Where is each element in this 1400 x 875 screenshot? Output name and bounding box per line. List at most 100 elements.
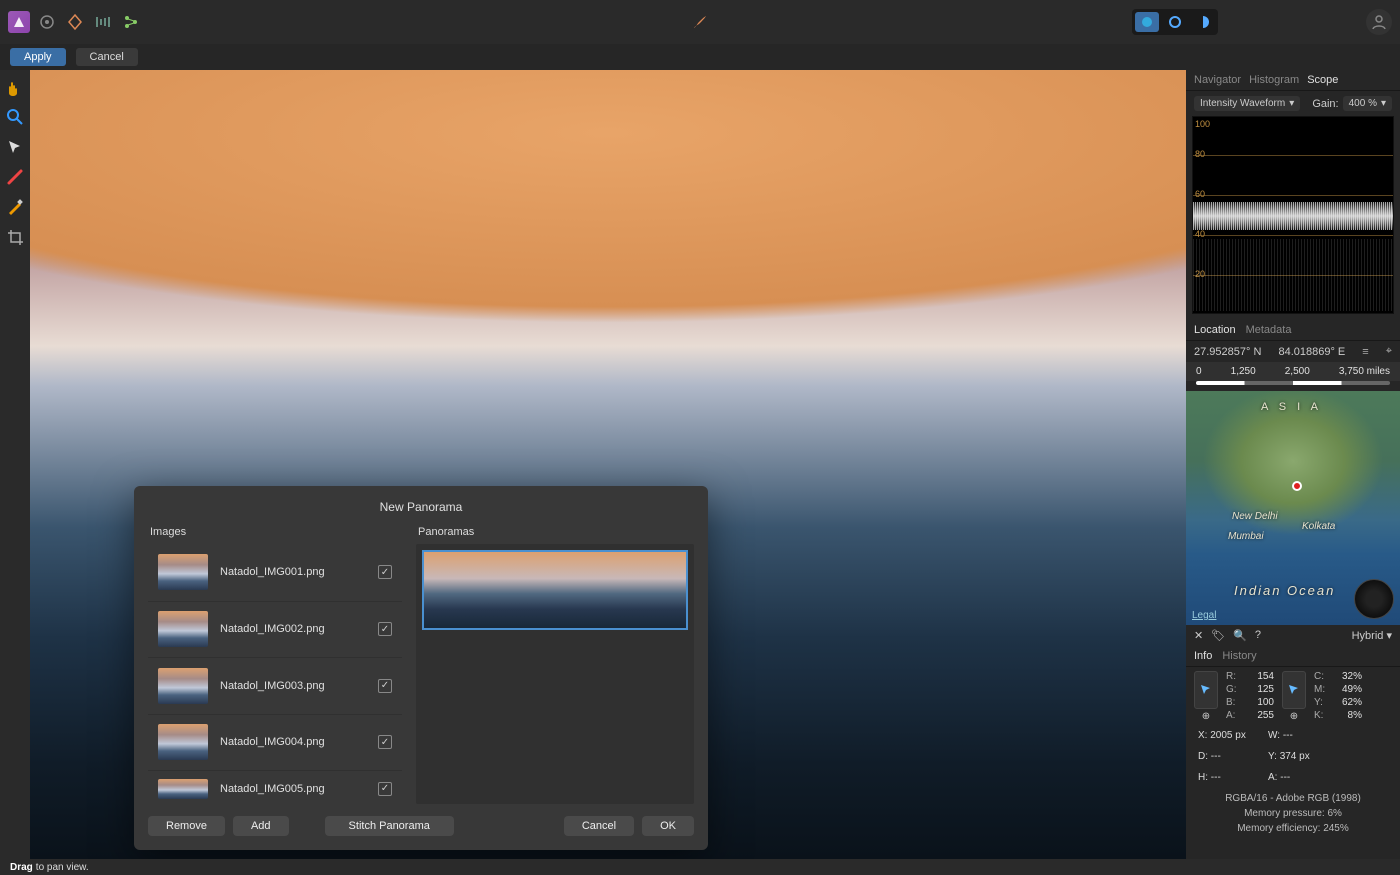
compass-icon[interactable] bbox=[1354, 579, 1394, 619]
studio-panel: Navigator Histogram Scope Intensity Wave… bbox=[1186, 70, 1400, 859]
image-row[interactable]: Natadol_IMG002.png ✓ bbox=[148, 601, 402, 658]
map-label: Indian Ocean bbox=[1234, 583, 1335, 598]
image-checkbox[interactable]: ✓ bbox=[378, 565, 392, 579]
app-toolbar bbox=[0, 0, 1400, 44]
target-icon[interactable]: ⊕ bbox=[1194, 711, 1218, 722]
gain-dropdown[interactable]: 400 %▾ bbox=[1343, 96, 1392, 111]
image-checkbox[interactable]: ✓ bbox=[378, 679, 392, 693]
move-tool[interactable] bbox=[4, 136, 26, 158]
blemish-tool[interactable] bbox=[4, 196, 26, 218]
list-icon[interactable]: ≡ bbox=[1362, 346, 1368, 358]
export-icon[interactable] bbox=[120, 11, 142, 33]
persona-develop[interactable] bbox=[1191, 12, 1215, 32]
y-value: 62% bbox=[1334, 697, 1362, 708]
dialog-cancel-button[interactable]: Cancel bbox=[564, 816, 634, 836]
c-value: 32% bbox=[1334, 671, 1362, 682]
tab-history[interactable]: History bbox=[1222, 650, 1256, 662]
g-value: 125 bbox=[1246, 684, 1274, 695]
map-label: Kolkata bbox=[1302, 521, 1335, 532]
m-value: 49% bbox=[1334, 684, 1362, 695]
waveform-tick: 100 bbox=[1195, 119, 1210, 129]
crop-tool[interactable] bbox=[4, 226, 26, 248]
main-area: New Panorama Images Natadol_IMG001.png✓ … bbox=[0, 70, 1400, 859]
location-map[interactable]: A S I A New Delhi Mumbai Kolkata Indian … bbox=[1186, 391, 1400, 625]
tab-navigator[interactable]: Navigator bbox=[1194, 74, 1241, 86]
image-name: Natadol_IMG004.png bbox=[220, 736, 366, 748]
map-scale: 0 1,250 2,500 3,750 miles bbox=[1186, 362, 1400, 381]
canvas-viewport[interactable]: New Panorama Images Natadol_IMG001.png✓ … bbox=[30, 70, 1186, 859]
apply-button[interactable]: Apply bbox=[10, 48, 66, 66]
map-label: Mumbai bbox=[1228, 531, 1264, 542]
image-checkbox[interactable]: ✓ bbox=[378, 735, 392, 749]
app-icon[interactable] bbox=[8, 11, 30, 33]
hand-tool[interactable] bbox=[4, 76, 26, 98]
image-row[interactable]: Natadol_IMG003.png✓ bbox=[148, 657, 402, 714]
sampler2-icon[interactable] bbox=[1282, 671, 1306, 709]
image-checkbox[interactable]: ✓ bbox=[378, 782, 392, 796]
position-readout: X: 2005 px W: --- D: --- Y: 374 px H: --… bbox=[1186, 726, 1400, 787]
new-panorama-dialog: New Panorama Images Natadol_IMG001.png✓ … bbox=[134, 486, 708, 850]
map-label: A S I A bbox=[1261, 401, 1322, 413]
develop-icon[interactable] bbox=[36, 11, 58, 33]
maptype-dropdown[interactable]: Hybrid ▾ bbox=[1352, 629, 1392, 642]
target2-icon[interactable]: ⊕ bbox=[1282, 711, 1306, 722]
map-label: New Delhi bbox=[1232, 511, 1278, 522]
locate-icon[interactable]: ⌖ bbox=[1386, 345, 1392, 358]
image-checkbox[interactable]: ✓ bbox=[378, 622, 392, 636]
remove-button[interactable]: Remove bbox=[148, 816, 225, 836]
redeye-tool[interactable] bbox=[4, 166, 26, 188]
image-name: Natadol_IMG002.png bbox=[220, 623, 366, 635]
sampler-icon[interactable] bbox=[1194, 671, 1218, 709]
image-thumb bbox=[158, 554, 208, 590]
search-icon[interactable]: 🔍 bbox=[1233, 629, 1247, 642]
add-button[interactable]: Add bbox=[233, 816, 289, 836]
panorama-preview-list[interactable] bbox=[416, 544, 694, 804]
tag-icon[interactable]: 🏷 bbox=[1211, 629, 1225, 642]
stitch-button[interactable]: Stitch Panorama bbox=[325, 816, 454, 836]
image-thumb bbox=[158, 668, 208, 704]
help-icon[interactable]: ? bbox=[1255, 629, 1261, 642]
image-row[interactable]: Natadol_IMG005.png ✓ bbox=[148, 770, 402, 806]
chevron-down-icon: ▾ bbox=[1289, 98, 1294, 109]
liquify-icon[interactable] bbox=[64, 11, 86, 33]
persona-photo[interactable] bbox=[1135, 12, 1159, 32]
k-value: 8% bbox=[1334, 710, 1362, 721]
image-row[interactable]: Natadol_IMG001.png ✓ bbox=[148, 544, 402, 601]
clear-location-icon[interactable]: ✕ bbox=[1194, 629, 1203, 642]
toolbar-left bbox=[8, 11, 142, 33]
map-legal-link[interactable]: Legal bbox=[1192, 610, 1216, 621]
tab-scope[interactable]: Scope bbox=[1307, 74, 1338, 86]
image-name: Natadol_IMG001.png bbox=[220, 566, 366, 578]
statusbar-hint: to pan view. bbox=[36, 862, 89, 873]
images-list[interactable]: Natadol_IMG001.png✓ Natadol_IMG002.png✓ … bbox=[148, 544, 402, 806]
r-value: 154 bbox=[1246, 671, 1274, 682]
tab-info[interactable]: Info bbox=[1194, 650, 1212, 662]
waveform-tick: 60 bbox=[1195, 189, 1205, 199]
panorama-preview[interactable] bbox=[422, 550, 688, 630]
zoom-tool[interactable] bbox=[4, 106, 26, 128]
tab-location[interactable]: Location bbox=[1194, 324, 1236, 336]
image-row[interactable]: Natadol_IMG004.png ✓ bbox=[148, 714, 402, 771]
chevron-down-icon: ▾ bbox=[1381, 98, 1386, 109]
persona-liquify[interactable] bbox=[1163, 12, 1187, 32]
chevron-down-icon: ▾ bbox=[1386, 630, 1392, 642]
persona-toggle-group bbox=[1132, 9, 1218, 35]
account-button[interactable] bbox=[1366, 9, 1392, 35]
tab-histogram[interactable]: Histogram bbox=[1249, 74, 1299, 86]
context-toolbar: Apply Cancel bbox=[0, 44, 1400, 70]
toolbar-right bbox=[1132, 9, 1392, 35]
b-value: 100 bbox=[1246, 697, 1274, 708]
dialog-ok-button[interactable]: OK bbox=[642, 816, 694, 836]
toolbar-center bbox=[689, 11, 711, 33]
image-thumb bbox=[158, 611, 208, 647]
tonemap-icon[interactable] bbox=[92, 11, 114, 33]
images-header: Images bbox=[148, 524, 402, 544]
paintbrush-icon[interactable] bbox=[689, 11, 711, 33]
scope-mode-dropdown[interactable]: Intensity Waveform▾ bbox=[1194, 96, 1300, 111]
statusbar: Drag to pan view. bbox=[0, 859, 1400, 875]
a-value: 255 bbox=[1246, 710, 1274, 721]
image-name: Natadol_IMG005.png bbox=[220, 783, 366, 795]
cancel-button[interactable]: Cancel bbox=[76, 48, 138, 66]
tab-metadata[interactable]: Metadata bbox=[1246, 324, 1292, 336]
map-scalebar bbox=[1196, 381, 1390, 385]
